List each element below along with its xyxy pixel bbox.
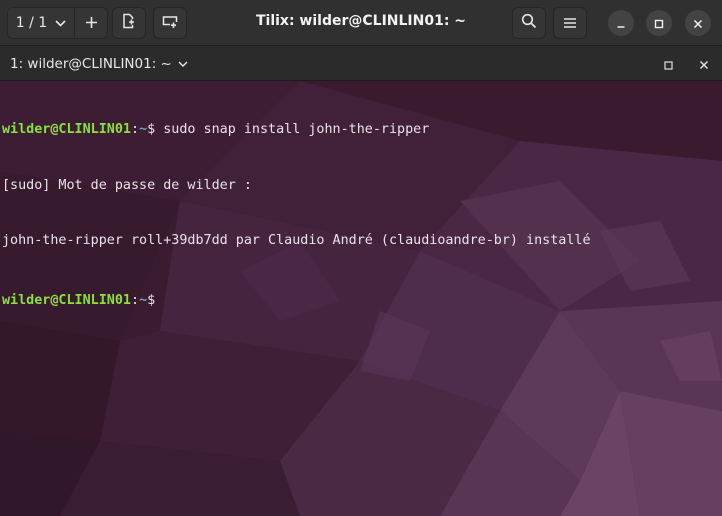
minimize-button[interactable]	[608, 10, 634, 36]
session-switcher: 1 / 1	[7, 7, 108, 39]
terminal-line: john-the-ripper roll+39db7dd par Claudio…	[2, 233, 591, 248]
terminal-line: wilder@CLINLIN01:~$	[2, 288, 591, 311]
prompt-user: wilder@CLINLIN01	[2, 292, 131, 308]
session-dropdown-button[interactable]: 1 / 1	[8, 8, 75, 38]
terminal-cursor	[155, 288, 163, 304]
close-button[interactable]	[685, 10, 711, 36]
menu-button[interactable]	[553, 7, 587, 39]
terminal-line: [sudo] Mot de passe de wilder :	[2, 177, 252, 193]
prompt-user: wilder@CLINLIN01	[2, 122, 131, 137]
chevron-down-icon	[178, 56, 188, 72]
search-button[interactable]	[512, 7, 546, 39]
add-terminal-right-icon	[122, 13, 136, 33]
prompt-path: ~	[139, 122, 148, 137]
chevron-down-icon	[55, 15, 66, 31]
prompt-separator: :	[131, 122, 140, 137]
terminal-title-dropdown[interactable]: 1: wilder@CLINLIN01: ~	[10, 56, 188, 72]
session-counter: 1 / 1	[15, 15, 48, 31]
terminal-title-bar: 1: wilder@CLINLIN01: ~	[0, 46, 722, 81]
maximize-button[interactable]	[646, 10, 672, 36]
add-session-button[interactable]	[75, 8, 107, 38]
hamburger-menu-icon	[563, 14, 577, 33]
command-text: $ sudo snap install john-the-ripper	[147, 122, 430, 137]
header-bar: 1 / 1 Tilix: wilder@CLINLIN01: ~	[0, 0, 722, 46]
terminal-line: wilder@CLINLIN01:~$ sudo snap install jo…	[2, 121, 591, 140]
prompt-separator: :	[131, 292, 140, 308]
terminal-close-button[interactable]	[695, 55, 713, 73]
terminal-area[interactable]: wilder@CLINLIN01:~$ sudo snap install jo…	[0, 81, 722, 516]
terminal-output: wilder@CLINLIN01:~$ sudo snap install jo…	[2, 84, 591, 347]
add-terminal-right-button[interactable]	[112, 7, 146, 39]
terminal-title: 1: wilder@CLINLIN01: ~	[10, 56, 172, 72]
search-icon	[521, 13, 537, 33]
prompt-symbol: $	[147, 292, 156, 308]
add-terminal-down-icon	[162, 14, 178, 33]
add-terminal-down-button[interactable]	[153, 7, 187, 39]
maximize-icon	[654, 14, 664, 33]
maximize-icon	[663, 55, 673, 74]
close-icon	[693, 14, 703, 33]
plus-icon	[85, 14, 98, 33]
minimize-icon	[616, 14, 626, 33]
window-title: Tilix: wilder@CLINLIN01: ~	[255, 13, 467, 29]
terminal-maximize-button[interactable]	[659, 55, 677, 73]
close-icon	[699, 55, 709, 74]
prompt-path: ~	[139, 292, 148, 308]
